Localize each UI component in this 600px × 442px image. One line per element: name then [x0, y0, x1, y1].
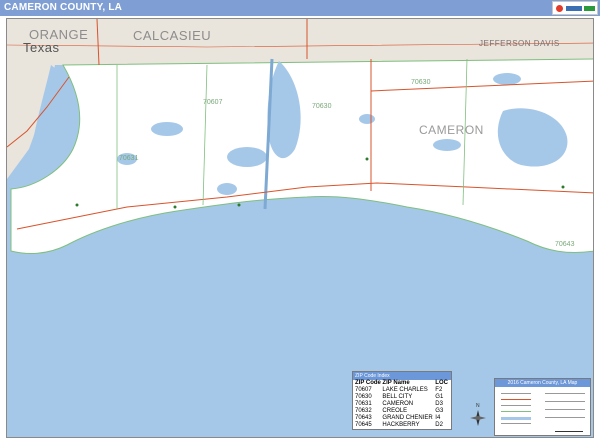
county-map[interactable]: ORANGE CALCASIEU JEFFERSON DAVIS Texas C…: [6, 18, 594, 438]
map-page: CAMERON COUNTY, LA ORANGE CALCASIEU JEFF…: [0, 0, 600, 442]
zip-code: 70645: [355, 422, 372, 428]
town-marker[interactable]: [561, 185, 565, 189]
zip-loc: I4: [435, 415, 441, 421]
zip-area-label: 70607: [203, 99, 223, 106]
lake: [227, 147, 267, 167]
table-row: 70632 CREOLE G3: [353, 408, 451, 415]
zip-table-header: ZIP Code ZIP Name LOC: [353, 380, 451, 387]
legend-line-icon: [501, 423, 531, 424]
zip-code: 70607: [355, 387, 372, 393]
zip-loc: D2: [435, 422, 443, 428]
zip-name: GRAND CHENIER: [382, 415, 433, 421]
zip-code: 70630: [355, 394, 372, 400]
zip-name: BELL CITY: [382, 394, 413, 400]
county-label-cameron: CAMERON: [419, 123, 484, 137]
legend-line-icon: [501, 399, 531, 400]
table-row: 70645 HACKBERRY D2: [353, 422, 451, 429]
zip-code: 70643: [355, 415, 372, 421]
zip-area-label: 70630: [312, 103, 332, 110]
zip-name: CAMERON: [382, 401, 414, 407]
lake: [493, 73, 521, 85]
zip-loc: G3: [435, 408, 444, 414]
zip-header-code: ZIP Code: [355, 380, 381, 386]
scale-bar-icon: [555, 431, 583, 432]
state-label-texas: Texas: [23, 40, 60, 55]
logo-bar-green: [584, 6, 595, 11]
page-title: CAMERON COUNTY, LA: [4, 2, 123, 13]
compass-rose-icon: N: [470, 403, 486, 426]
zip-area-label: 70631: [119, 155, 139, 162]
zip-header-loc: LOC: [435, 380, 448, 386]
legend-line-icon: [501, 405, 531, 406]
zip-loc: D3: [435, 401, 443, 407]
zip-loc: G1: [435, 394, 444, 400]
zip-table-title: ZIP Code Index: [353, 372, 451, 380]
lake: [409, 211, 425, 219]
zip-header-name: ZIP Name: [382, 380, 410, 386]
zip-name: HACKBERRY: [382, 422, 420, 428]
zip-name: LAKE CHARLES: [382, 387, 428, 393]
map-legend: 2016 Cameron County, LA Map: [494, 378, 591, 436]
table-row: 70607 LAKE CHARLES F2: [353, 387, 451, 394]
logo-dot: [556, 5, 563, 12]
zip-area-label: 70643: [555, 241, 575, 248]
legend-line-icon: [545, 393, 585, 394]
legend-line-icon: [501, 393, 531, 394]
town-marker[interactable]: [173, 205, 177, 209]
legend-line-icon: [501, 411, 531, 412]
town-marker[interactable]: [237, 203, 241, 207]
town-marker[interactable]: [365, 157, 369, 161]
zip-name: CREOLE: [382, 408, 408, 414]
zip-code: 70632: [355, 408, 372, 414]
zip-code-index: ZIP Code Index ZIP Code ZIP Name LOC 706…: [352, 371, 452, 430]
lake: [151, 122, 183, 136]
county-label-jefferson-davis: JEFFERSON DAVIS: [479, 39, 560, 48]
lake: [217, 183, 237, 195]
legend-title: 2016 Cameron County, LA Map: [495, 379, 590, 387]
legend-line-icon: [501, 417, 531, 420]
county-land: [10, 58, 593, 254]
county-label-calcasieu: CALCASIEU: [133, 28, 212, 43]
zip-area-label: 70630: [411, 79, 431, 86]
legend-line-icon: [545, 409, 585, 410]
compass-north-mark: N: [476, 403, 480, 409]
map-canvas: [7, 19, 593, 254]
title-bar: CAMERON COUNTY, LA: [0, 0, 600, 16]
lake: [433, 139, 461, 151]
table-row: 70631 CAMERON D3: [353, 401, 451, 408]
town-marker[interactable]: [75, 203, 79, 207]
publisher-logo-icon[interactable]: [552, 1, 598, 15]
logo-bar: [566, 6, 582, 11]
legend-line-icon: [545, 417, 585, 418]
lake: [359, 114, 375, 124]
legend-line-icon: [545, 401, 585, 402]
zip-loc: F2: [435, 387, 443, 393]
table-row: 70630 BELL CITY G1: [353, 394, 451, 401]
table-row: 70643 GRAND CHENIER I4: [353, 415, 451, 422]
zip-code: 70631: [355, 401, 372, 407]
